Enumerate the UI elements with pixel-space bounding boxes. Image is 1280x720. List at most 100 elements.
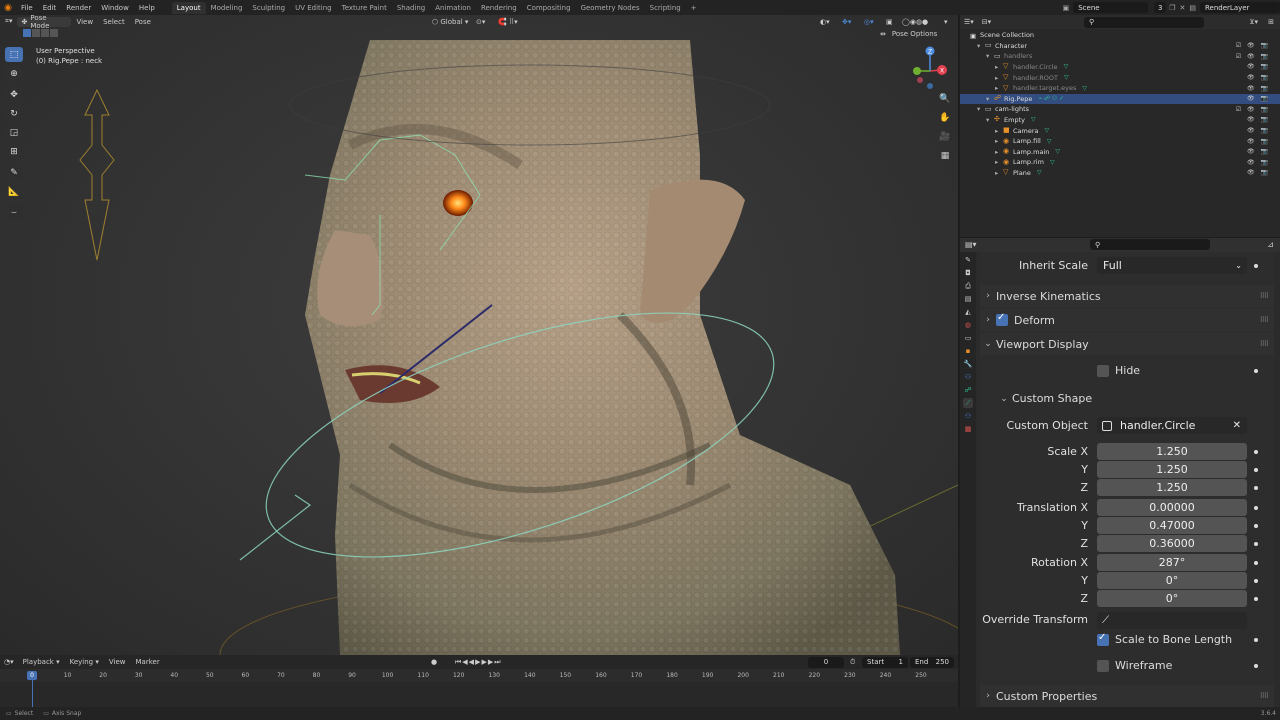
visibility-toggle-icon[interactable]: 👁 📷: [1247, 138, 1270, 145]
view-layer-tab-icon[interactable]: ▤: [963, 294, 973, 304]
tab-geometry-nodes[interactable]: Geometry Nodes: [576, 2, 645, 14]
select-extend-icon[interactable]: [32, 29, 40, 37]
tab-shading[interactable]: Shading: [392, 2, 430, 14]
visibility-toggle-icon[interactable]: 👁 📷: [1247, 95, 1270, 102]
outliner-item-camera[interactable]: ▸ ■ Camera ▽ 👁 📷: [960, 125, 1280, 136]
rotation-y-field[interactable]: 0°: [1097, 572, 1247, 589]
override-transform-field[interactable]: ⟋: [1097, 612, 1247, 629]
select-box-tool-icon[interactable]: ⬚: [5, 47, 23, 62]
outliner-item-cam-lights[interactable]: ▾ ▭ cam-lights ☑ 👁 📷: [960, 104, 1280, 115]
outliner-item-empty[interactable]: ▾ ✣ Empty ▽ 👁 📷: [960, 115, 1280, 126]
visibility-toggle-icon[interactable]: ☑ 👁 📷: [1236, 106, 1270, 113]
tab-texture-paint[interactable]: Texture Paint: [337, 2, 392, 14]
keying-menu[interactable]: Keying ▾: [65, 658, 104, 666]
inherit-scale-dropdown[interactable]: Full ⌄: [1097, 257, 1247, 274]
data-block-icon[interactable]: ▽: [1045, 127, 1050, 134]
gizmo-y-icon[interactable]: [913, 67, 921, 75]
data-block-icon[interactable]: ⌁ ☍ ⚇ ✓: [1038, 95, 1064, 102]
mirror-icon[interactable]: ⇹: [880, 30, 886, 38]
transform-orientation[interactable]: ⬡ Global ▾: [432, 18, 468, 26]
rotation-x-field[interactable]: 287°: [1097, 554, 1247, 571]
menu-window[interactable]: Window: [96, 4, 134, 12]
playback-controls[interactable]: ⏮◀◀▶▶▶⏭: [455, 658, 502, 667]
disclosure-triangle-icon[interactable]: ▸: [995, 158, 1003, 166]
drag-grip-icon[interactable]: ⠿⠿: [1260, 692, 1269, 700]
hide-option[interactable]: Hide: [1097, 364, 1140, 377]
pan-hand-icon[interactable]: ✋: [938, 113, 952, 127]
outliner-item-plane[interactable]: ▸ ▽ Plane ▽ 👁 📷: [960, 168, 1280, 179]
copy-icon[interactable]: ❐: [1169, 4, 1175, 12]
visibility-toggle-icon[interactable]: ☑ 👁 📷: [1236, 53, 1270, 60]
current-frame-field[interactable]: 0: [808, 656, 844, 668]
record-icon[interactable]: ●: [431, 658, 437, 666]
disclosure-triangle-icon[interactable]: ▸: [995, 127, 1003, 135]
keyframe-dot-icon[interactable]: [1254, 638, 1258, 642]
overlay-toggle-icon[interactable]: ◎▾: [864, 18, 874, 26]
keyframe-dot-icon[interactable]: [1254, 597, 1258, 601]
move-tool-icon[interactable]: ✥: [5, 87, 23, 102]
marker-menu[interactable]: Marker: [131, 658, 165, 666]
select-new-icon[interactable]: [23, 29, 31, 37]
data-block-icon[interactable]: ▽: [1064, 74, 1069, 81]
start-frame-field[interactable]: Start 1: [862, 656, 908, 668]
visibility-toggle-icon[interactable]: 👁 📷: [1247, 148, 1270, 155]
3d-viewport[interactable]: [0, 15, 958, 655]
mode-selector[interactable]: ✤ Pose Mode: [17, 14, 72, 30]
keyframe-dot-icon[interactable]: [1254, 664, 1258, 668]
outliner-item-rig-pepe[interactable]: ▾ ☍ Rig.Pepe ⌁ ☍ ⚇ ✓ 👁 📷: [960, 93, 1280, 104]
select-menu[interactable]: Select: [98, 18, 130, 26]
outliner-item-lamp-fill[interactable]: ▸ ◉ Lamp.fill ▽ 👁 📷: [960, 136, 1280, 147]
visibility-icon[interactable]: ◐▾: [820, 18, 830, 26]
translation-x-field[interactable]: 0.00000: [1097, 499, 1247, 516]
panel-viewport-display[interactable]: ⌄ Viewport Display ⠿⠿: [980, 333, 1274, 355]
bone-tool-icon[interactable]: ⌣: [5, 205, 23, 220]
keyframe-dot-icon[interactable]: [1254, 369, 1258, 373]
translation-z-field[interactable]: 0.36000: [1097, 535, 1247, 552]
visibility-toggle-icon[interactable]: 👁 📷: [1247, 63, 1270, 70]
visibility-toggle-icon[interactable]: 👁 📷: [1247, 74, 1270, 81]
modifier-tab-icon[interactable]: 🔧: [963, 359, 973, 369]
texture-tab-icon[interactable]: ▩: [963, 424, 973, 434]
menu-file[interactable]: File: [16, 4, 38, 12]
pivot-icon[interactable]: ⊙▾: [476, 18, 485, 26]
timeline-view-menu[interactable]: View: [104, 658, 131, 666]
keyframe-dot-icon[interactable]: [1254, 486, 1258, 490]
add-workspace-button[interactable]: +: [686, 2, 702, 14]
disclosure-triangle-icon[interactable]: ▾: [977, 42, 985, 50]
wireframe-checkbox[interactable]: [1097, 660, 1109, 672]
scale-to-bone-length-option[interactable]: Scale to Bone Length: [1097, 632, 1232, 646]
deform-checkbox[interactable]: [996, 312, 1008, 326]
gizmo-toggle-icon[interactable]: ✥▾: [842, 18, 851, 26]
data-block-icon[interactable]: ▽: [1064, 63, 1069, 70]
outliner-item-handlers[interactable]: ▾ ▭ handlers ☑ 👁 📷: [960, 51, 1280, 62]
hide-checkbox[interactable]: [1097, 365, 1109, 377]
scale-x-field[interactable]: 1.250: [1097, 443, 1247, 460]
shading-modes[interactable]: ◯◉◍●: [902, 18, 928, 26]
transform-tool-icon[interactable]: ⊞: [5, 144, 23, 159]
tab-uv-editing[interactable]: UV Editing: [290, 2, 337, 14]
tab-rendering[interactable]: Rendering: [476, 2, 522, 14]
editor-type-icon[interactable]: ⌗▾: [0, 17, 17, 26]
keyframe-dot-icon[interactable]: [1254, 468, 1258, 472]
keyframe-dot-icon[interactable]: [1254, 264, 1258, 268]
new-collection-icon[interactable]: ⊞: [1268, 18, 1274, 26]
outliner-item-handler-root[interactable]: ▸ ▽ handler.ROOT ▽ 👁 📷: [960, 72, 1280, 83]
panel-inverse-kinematics[interactable]: › Inverse Kinematics ⠿⠿: [980, 285, 1274, 307]
rotation-z-field[interactable]: 0°: [1097, 590, 1247, 607]
bone-tab-icon[interactable]: ⟋: [963, 398, 973, 408]
keyframe-dot-icon[interactable]: [1254, 506, 1258, 510]
navigation-gizmo[interactable]: X Z: [908, 46, 953, 96]
tab-layout[interactable]: Layout: [171, 1, 206, 14]
frame-ruler[interactable]: 0 10 20 30 40 50 60 70 80 90 100 110 120 130 140 150 160…: [0, 669, 958, 682]
outliner-item-lamp-main[interactable]: ▸ ◉ Lamp.main ▽ 👁 📷: [960, 147, 1280, 158]
view-menu[interactable]: View: [71, 18, 98, 26]
disclosure-triangle-icon[interactable]: ▾: [986, 52, 994, 60]
disclosure-triangle-icon[interactable]: ▸: [995, 169, 1003, 177]
wireframe-option[interactable]: Wireframe: [1097, 659, 1172, 672]
data-block-icon[interactable]: ▽: [1037, 169, 1042, 176]
keyframe-dot-icon[interactable]: [1254, 450, 1258, 454]
playback-menu[interactable]: Playback ▾: [18, 658, 65, 666]
keyframe-dot-icon[interactable]: [1254, 579, 1258, 583]
bone-constraint-tab-icon[interactable]: ⚇: [963, 411, 973, 421]
tab-scripting[interactable]: Scripting: [645, 2, 686, 14]
